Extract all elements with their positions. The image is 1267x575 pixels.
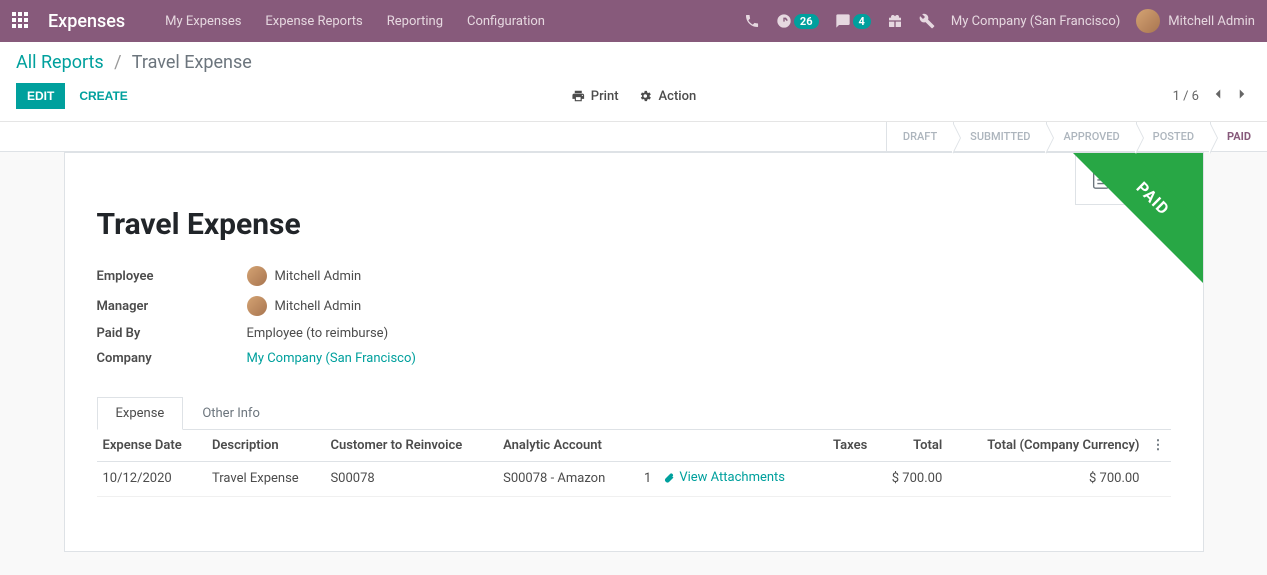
manager-avatar [247,296,267,316]
tabs: Expense Other Info [97,396,1171,430]
nav-my-expenses[interactable]: My Expenses [165,14,241,29]
paidby-value: Employee (to reimburse) [247,326,389,341]
status-posted[interactable]: POSTED [1136,122,1210,151]
table-options-icon[interactable]: ⋮ [1152,438,1165,453]
control-bar: All Reports / Travel Expense EDIT CREATE… [0,42,1267,122]
employee-value: Mitchell Admin [247,266,362,286]
cell-total: $ 700.00 [873,462,948,497]
expense-lines-table: Expense Date Description Customer to Rei… [97,430,1171,497]
th-taxes[interactable]: Taxes [818,430,873,462]
cell-analytic: S00078 - Amazon [497,462,634,497]
view-attachments-link[interactable]: View Attachments [663,470,785,485]
status-draft[interactable]: DRAFT [886,122,953,151]
nav-reporting[interactable]: Reporting [387,14,443,29]
th-analytic[interactable]: Analytic Account [497,430,634,462]
create-button[interactable]: CREATE [79,89,127,103]
breadcrumb-parent[interactable]: All Reports [16,52,104,73]
th-total[interactable]: Total [873,430,948,462]
chevron-left-icon [1209,85,1227,103]
th-totalcc[interactable]: Total (Company Currency) [948,430,1145,462]
status-approved[interactable]: APPROVED [1046,122,1135,151]
top-navbar: Expenses My Expenses Expense Reports Rep… [0,0,1267,42]
print-label: Print [591,89,619,104]
user-menu[interactable]: Mitchell Admin [1136,9,1255,33]
print-button[interactable]: Print [571,89,619,104]
cell-cust: S00078 [324,462,497,497]
employee-avatar [247,266,267,286]
th-attcount [634,430,657,462]
table-row[interactable]: 10/12/2020 Travel Expense S00078 S00078 … [97,462,1171,497]
statusbar: DRAFT SUBMITTED APPROVED POSTED PAID [0,122,1267,152]
phone-icon[interactable] [744,13,760,29]
th-date[interactable]: Expense Date [97,430,206,462]
paperclip-icon [663,472,675,484]
tab-expense[interactable]: Expense [97,397,184,430]
chevron-right-icon [1233,85,1251,103]
breadcrumb-separator: / [114,52,121,73]
messages-badge: 4 [853,14,871,29]
gear-icon [639,89,653,103]
th-desc[interactable]: Description [206,430,324,462]
nav-menu: My Expenses Expense Reports Reporting Co… [165,14,545,29]
tab-other-info[interactable]: Other Info [183,397,279,430]
paidby-label: Paid By [97,326,247,341]
pager: 1 / 6 [1173,85,1251,107]
action-button[interactable]: Action [639,89,697,104]
activities-icon[interactable]: 26 [776,13,819,29]
action-label: Action [659,89,697,104]
cell-taxes [818,462,873,497]
pager-next[interactable] [1233,85,1251,107]
company-value[interactable]: My Company (San Francisco) [247,351,416,366]
cell-desc: Travel Expense [206,462,324,497]
gift-icon[interactable] [887,13,903,29]
company-label: Company [97,351,247,366]
company-switcher[interactable]: My Company (San Francisco) [951,14,1120,29]
messages-icon[interactable]: 4 [835,13,871,29]
print-icon [571,89,585,103]
th-cust[interactable]: Customer to Reinvoice [324,430,497,462]
form-sheet: 1 Documents PAID Travel Expense Employee… [64,152,1204,552]
cell-attcount: 1 [634,462,657,497]
user-name: Mitchell Admin [1168,14,1255,29]
breadcrumb-current: Travel Expense [132,52,252,73]
pager-text: 1 / 6 [1173,89,1199,104]
record-title: Travel Expense [97,207,1171,242]
app-brand[interactable]: Expenses [48,11,125,32]
view-attachments-label: View Attachments [679,470,785,485]
manager-value: Mitchell Admin [247,296,362,316]
employee-name: Mitchell Admin [275,269,362,284]
user-avatar [1136,9,1160,33]
cell-totalcc: $ 700.00 [948,462,1145,497]
th-attach [657,430,817,462]
edit-button[interactable]: EDIT [16,83,65,109]
pager-prev[interactable] [1209,85,1227,107]
nav-expense-reports[interactable]: Expense Reports [265,14,362,29]
breadcrumb: All Reports / Travel Expense [0,42,1267,79]
status-paid[interactable]: PAID [1210,122,1267,151]
manager-name: Mitchell Admin [275,299,362,314]
employee-label: Employee [97,269,247,284]
apps-icon[interactable] [12,12,30,30]
status-submitted[interactable]: SUBMITTED [953,122,1046,151]
nav-configuration[interactable]: Configuration [467,14,545,29]
activities-badge: 26 [794,14,819,29]
manager-label: Manager [97,299,247,314]
cell-date: 10/12/2020 [97,462,206,497]
debug-icon[interactable] [919,13,935,29]
